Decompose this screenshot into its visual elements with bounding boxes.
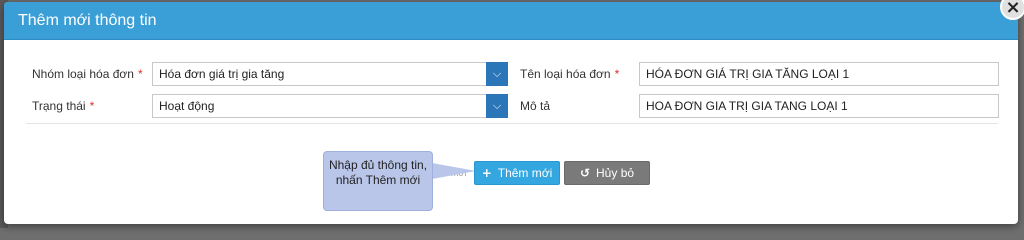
invoice-type-name-label: Tên loại hóa đơn * xyxy=(520,67,620,81)
plus-icon: + xyxy=(481,166,492,180)
modal-header: Thêm mới thông tin xyxy=(4,2,1018,40)
description-label: Mô tả xyxy=(520,99,551,113)
add-info-modal: Thêm mới thông tin Nhóm loại hóa đơn * Hó… xyxy=(4,2,1018,224)
cancel-button[interactable]: ↺ Hủy bỏ xyxy=(564,161,650,185)
required-mark: * xyxy=(137,67,143,81)
instruction-tooltip: Nhập đủ thông tin, nhấn Thêm mới xyxy=(323,151,433,211)
status-label: Trạng thái * xyxy=(32,99,95,113)
chevron-down-icon[interactable]: ⌵ xyxy=(486,94,508,118)
modal-title: Thêm mới thông tin xyxy=(18,11,157,29)
tooltip-pointer xyxy=(432,163,476,179)
add-button[interactable]: + Thêm mới xyxy=(474,161,560,185)
required-mark: * xyxy=(89,99,95,113)
description-input[interactable]: HOA ĐƠN GIA TRỊ GIA TANG LOẠI 1 xyxy=(639,94,999,118)
invoice-type-name-input[interactable]: HÓA ĐƠN GIÁ TRỊ GIA TĂNG LOẠI 1 xyxy=(639,62,999,86)
status-select[interactable]: Hoạt động ⌵ xyxy=(152,94,508,118)
invoice-group-select[interactable]: Hóa đơn giá trị gia tăng ⌵ xyxy=(152,62,508,86)
required-mark: * xyxy=(614,67,620,81)
invoice-group-label: Nhóm loại hóa đơn * xyxy=(32,67,143,81)
undo-icon: ↺ xyxy=(579,166,591,180)
invoice-type-form: Nhóm loại hóa đơn * Hóa đơn giá trị gia t… xyxy=(26,56,999,124)
chevron-down-icon[interactable]: ⌵ xyxy=(486,62,508,86)
